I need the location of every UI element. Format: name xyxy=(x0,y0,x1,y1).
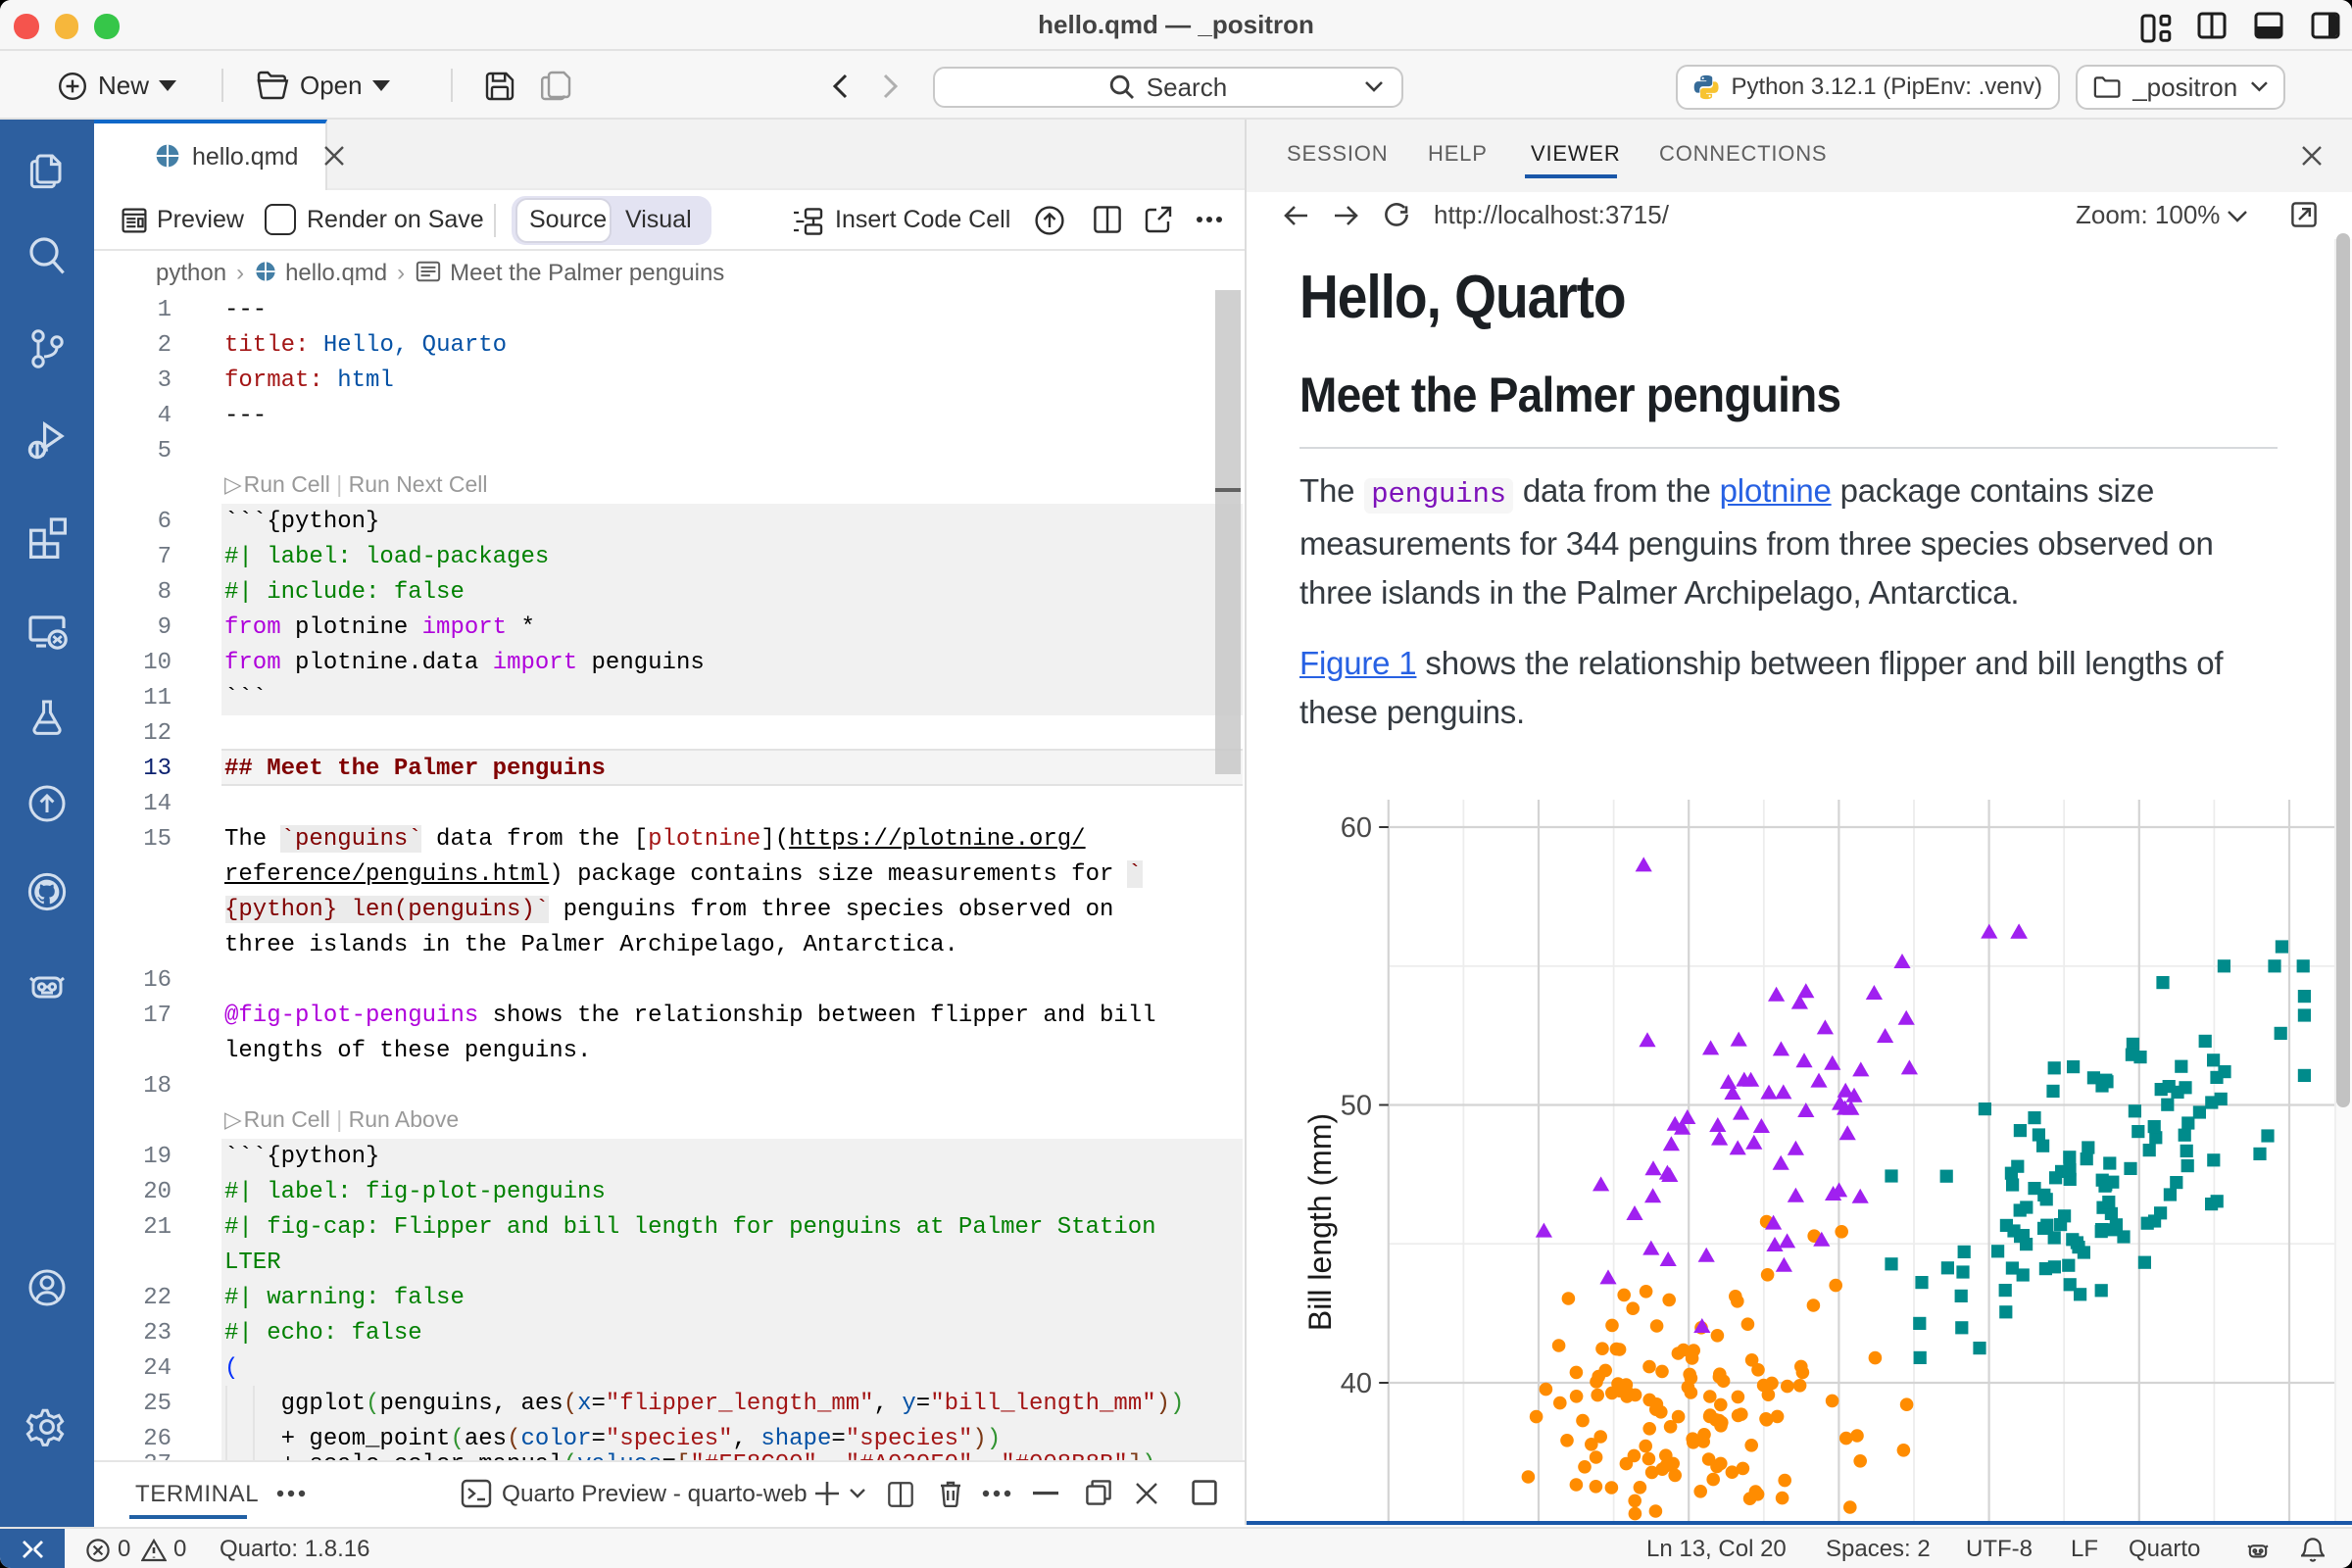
svg-text:Bill length (mm): Bill length (mm) xyxy=(1302,1112,1338,1330)
svg-text:40: 40 xyxy=(1341,1367,1372,1398)
svg-text:50: 50 xyxy=(1341,1090,1372,1121)
svg-text:60: 60 xyxy=(1341,811,1372,843)
